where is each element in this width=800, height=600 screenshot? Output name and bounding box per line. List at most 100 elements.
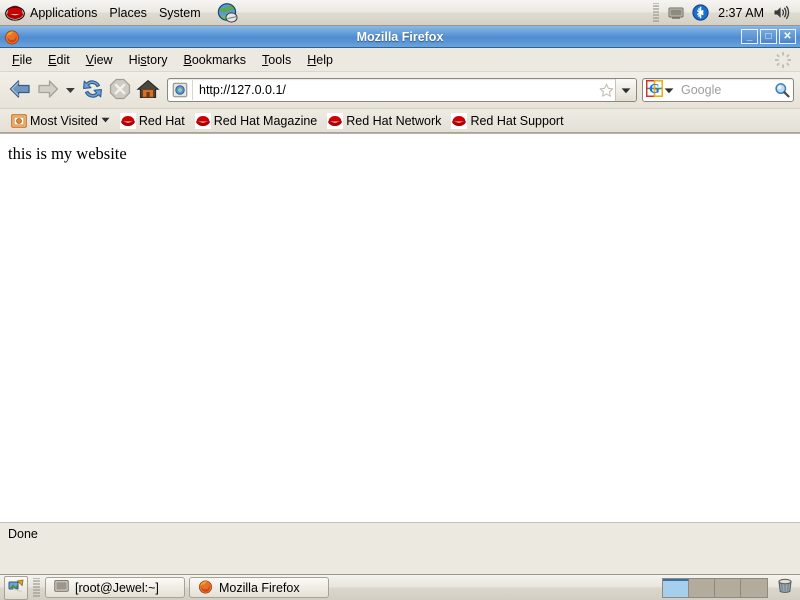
most-visited-folder-icon: [11, 113, 27, 129]
trash-icon: [776, 577, 794, 598]
menu-help-key: H: [307, 52, 317, 67]
menu-file-key: F: [12, 52, 20, 67]
taskbar-window-firefox[interactable]: Mozilla Firefox: [189, 577, 329, 598]
menu-file-post: ile: [19, 52, 33, 67]
home-icon: [136, 78, 160, 103]
bookmark-red-hat-magazine-label: Red Hat Magazine: [213, 113, 318, 128]
show-desktop-icon: [8, 579, 24, 596]
stop-icon: [109, 78, 131, 103]
workspace-4[interactable]: [741, 578, 767, 597]
bookmark-red-hat-network[interactable]: Red Hat Network: [322, 111, 446, 131]
panel-menu-applications[interactable]: Applications: [0, 2, 104, 24]
redhat-bookmark-icon: [327, 112, 344, 129]
redhat-bookmark-icon: [194, 112, 211, 129]
search-bar[interactable]: G Google: [642, 78, 794, 102]
firefox-menubar: File Edit View History Bookmarks Tools H…: [0, 48, 800, 72]
panel-tray-group: 2:37 AM: [652, 0, 800, 25]
bookmark-red-hat-network-label: Red Hat Network: [346, 113, 442, 128]
panel-drag-grip[interactable]: [652, 2, 661, 23]
panel-menu-places-label: Places: [109, 5, 147, 20]
window-title: Mozilla Firefox: [356, 29, 444, 44]
address-bar-value[interactable]: http://127.0.0.1/: [195, 83, 597, 97]
menu-bookmarks-post: ookmarks: [191, 52, 247, 67]
panel-menu-applications-label: Applications: [30, 5, 98, 20]
bookmark-red-hat-support[interactable]: Red Hat Support: [446, 111, 568, 131]
menu-help-post: elp: [316, 52, 333, 67]
generic-page-icon: [170, 80, 193, 100]
terminal-icon: [54, 579, 69, 596]
menu-bookmarks[interactable]: Bookmarks: [176, 50, 255, 70]
menu-history-pre: Hi: [128, 52, 141, 67]
search-engine-selector[interactable]: G: [643, 79, 677, 101]
back-arrow-icon: [8, 78, 32, 103]
workspace-1[interactable]: [663, 578, 689, 597]
search-engine-dropdown-icon: [664, 83, 674, 97]
workspace-2[interactable]: [689, 578, 715, 597]
taskbar-window-terminal[interactable]: [root@Jewel:~]: [45, 577, 185, 598]
address-bar-dropdown[interactable]: [615, 79, 636, 101]
home-button[interactable]: [134, 76, 162, 104]
reload-icon: [80, 77, 105, 104]
bookmark-red-hat-support-label: Red Hat Support: [470, 113, 564, 128]
magnifier-icon[interactable]: [771, 82, 793, 98]
forward-arrow-icon: [36, 78, 60, 103]
workspace-3[interactable]: [715, 578, 741, 597]
menu-help[interactable]: Help: [299, 50, 341, 70]
firefox-titlebar[interactable]: Mozilla Firefox _ □ ✕: [0, 26, 800, 48]
window-controls: _ □ ✕: [741, 29, 800, 44]
trash-button[interactable]: [776, 577, 794, 598]
close-button[interactable]: ✕: [779, 29, 796, 44]
menu-history[interactable]: History: [121, 50, 176, 70]
panel-menu-system-label: System: [158, 5, 201, 20]
google-logo-icon: G: [645, 79, 664, 100]
panel-launcher-browser[interactable]: [208, 2, 246, 24]
page-viewport[interactable]: this is my website: [0, 133, 800, 522]
page-body-text: this is my website: [8, 144, 127, 163]
menu-file[interactable]: File: [4, 50, 40, 70]
bookmarks-toolbar: Most Visited Red Hat Red Hat Magazine Re…: [0, 109, 800, 133]
history-dropdown-button[interactable]: [62, 76, 78, 104]
bookmark-most-visited[interactable]: Most Visited: [6, 111, 115, 131]
bookmark-red-hat[interactable]: Red Hat: [115, 111, 190, 131]
status-bar-text: Done: [8, 526, 38, 541]
maximize-button[interactable]: □: [760, 29, 777, 44]
search-input[interactable]: Google: [677, 83, 771, 97]
firefox-navigation-toolbar: http://127.0.0.1/ G Google: [0, 72, 800, 109]
panel-menu-places[interactable]: Places: [104, 2, 154, 24]
menu-history-post: tory: [146, 52, 168, 67]
menu-view[interactable]: View: [78, 50, 121, 70]
back-button[interactable]: [6, 76, 34, 104]
bluetooth-icon[interactable]: [692, 4, 709, 21]
firefox-window: Mozilla Firefox _ □ ✕ File Edit View His…: [0, 26, 800, 574]
bookmark-red-hat-label: Red Hat: [138, 113, 185, 128]
display-monitor-icon[interactable]: [668, 6, 684, 20]
volume-speaker-icon[interactable]: [773, 5, 790, 20]
menu-tools[interactable]: Tools: [254, 50, 299, 70]
chevron-down-icon: [101, 117, 110, 125]
menu-edit-key: E: [48, 52, 57, 67]
minimize-button[interactable]: _: [741, 29, 758, 44]
chevron-down-icon: [65, 83, 76, 97]
star-icon[interactable]: [597, 83, 615, 98]
workspace-switcher[interactable]: [662, 577, 768, 598]
taskbar-window-terminal-label: [root@Jewel:~]: [75, 580, 159, 595]
panel-menu-group: Applications Places System: [0, 0, 246, 25]
bookmark-red-hat-magazine[interactable]: Red Hat Magazine: [190, 111, 323, 131]
taskbar-window-firefox-label: Mozilla Firefox: [219, 580, 300, 595]
gnome-bottom-panel: [root@Jewel:~] Mozilla Firefox: [0, 574, 800, 600]
stop-button: [106, 76, 134, 104]
globe-browser-icon: [213, 2, 239, 23]
throbber-icon: [774, 51, 792, 69]
menu-view-key: V: [85, 52, 94, 67]
gnome-top-panel: Applications Places System 2:37 AM: [0, 0, 800, 26]
menu-tools-post: ools: [268, 52, 292, 67]
menu-bookmarks-key: B: [183, 52, 192, 67]
address-bar[interactable]: http://127.0.0.1/: [167, 78, 637, 102]
taskbar-drag-grip[interactable]: [32, 577, 41, 598]
desktop-screen: Applications Places System 2:37 AM Mozil…: [0, 0, 800, 600]
menu-edit[interactable]: Edit: [40, 50, 78, 70]
panel-menu-system[interactable]: System: [154, 2, 208, 24]
panel-clock[interactable]: 2:37 AM: [713, 6, 769, 20]
reload-button[interactable]: [78, 76, 106, 104]
show-desktop-button[interactable]: [4, 575, 28, 600]
